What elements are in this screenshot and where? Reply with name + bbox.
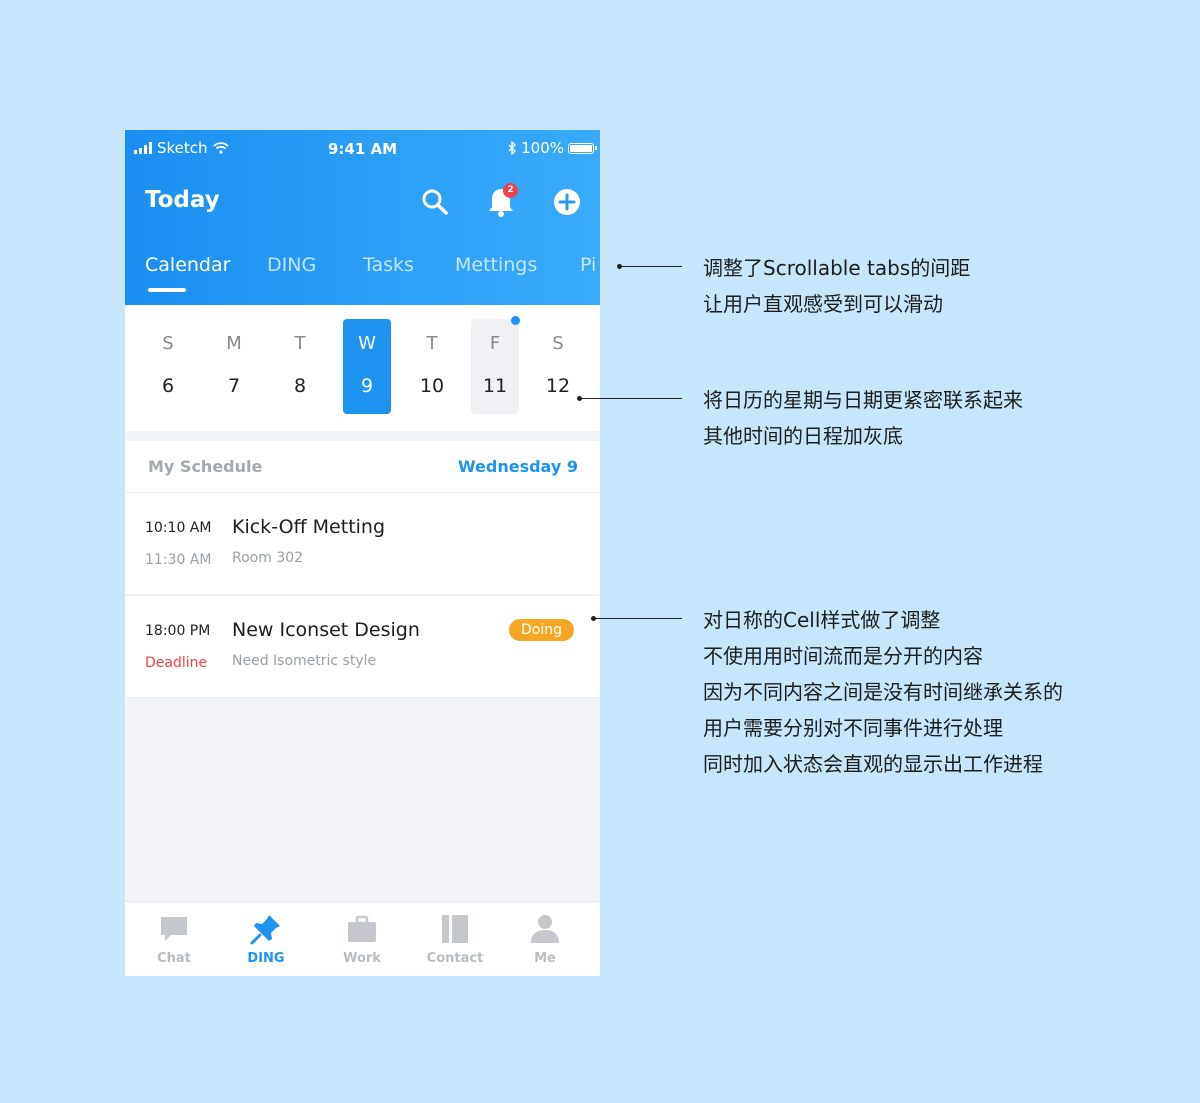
weekday-label: S [552, 333, 564, 354]
notification-badge: 2 [503, 183, 518, 198]
weekday-label: F [489, 333, 501, 354]
tab-pi[interactable]: Pi [580, 254, 596, 276]
add-button[interactable] [552, 185, 582, 219]
contacts-book-icon [442, 915, 468, 943]
annotation-tabs: 调整了Scrollable tabs的间距 让用户直观感受到可以滑动 [703, 250, 970, 322]
annotation-line: 同时加入状态会直观的显示出工作进程 [703, 752, 1043, 776]
weekday-label: T [426, 333, 438, 354]
item-subtitle: Room 302 [232, 550, 304, 566]
weekday-label: S [162, 333, 174, 354]
nav-label: Chat [157, 951, 191, 966]
date-label: 6 [161, 375, 175, 397]
date-label: 8 [293, 375, 307, 397]
end-time: 11:30 AM [145, 552, 212, 568]
annotation-line: 其他时间的日程加灰底 [703, 424, 903, 448]
person-icon [531, 915, 559, 943]
item-title: New Iconset Design [232, 619, 420, 641]
date-label: 12 [545, 375, 571, 397]
weekday-label: M [226, 333, 242, 354]
weekday-label: T [294, 333, 306, 354]
tab-mettings[interactable]: Mettings [455, 254, 537, 276]
tab-calendar[interactable]: Calendar [145, 254, 230, 276]
calendar-day-selected[interactable]: W 9 [343, 319, 391, 414]
annotation-line: 对日称的Cell样式做了调整 [703, 608, 941, 632]
page-title: Today [145, 187, 220, 213]
nav-contact[interactable]: Contact [415, 912, 495, 966]
bluetooth-icon [508, 141, 517, 155]
nav-work[interactable]: Work [322, 912, 402, 966]
annotation-line: 调整了Scrollable tabs的间距 [703, 256, 971, 280]
status-bar: Sketch 9:41 AM 100% [125, 130, 600, 166]
annotation-line: 用户需要分别对不同事件进行处理 [703, 716, 1003, 740]
start-time: 10:10 AM [145, 520, 212, 536]
scrollable-tabs[interactable]: Calendar DING Tasks Mettings Pi [125, 254, 600, 298]
weekday-label: W [358, 333, 376, 354]
annotation-line: 让用户直观感受到可以滑动 [703, 292, 943, 316]
date-label: 10 [419, 375, 445, 397]
bottom-tab-bar: Chat DING Work Contact Me [125, 901, 600, 976]
nav-me[interactable]: Me [505, 912, 585, 966]
item-title: Kick-Off Metting [232, 516, 386, 538]
search-icon [422, 189, 448, 215]
annotation-leader-line [620, 266, 682, 267]
calendar-day[interactable]: M 7 [210, 319, 258, 414]
chat-icon [161, 917, 187, 941]
schedule-item[interactable]: 18:00 PM Deadline New Iconset Design Nee… [125, 596, 600, 698]
notifications-button[interactable]: 2 [486, 183, 518, 219]
schedule-heading: My Schedule [148, 457, 263, 476]
plus-circle-icon [554, 189, 580, 215]
selected-day-label: Wednesday 9 [457, 457, 578, 476]
phone-screen: Sketch 9:41 AM 100% Today 2 Calendar DIN… [125, 130, 600, 976]
briefcase-icon [348, 915, 376, 942]
annotation-line: 因为不同内容之间是没有时间继承关系的 [703, 680, 1063, 704]
battery-icon [568, 142, 597, 154]
annotation-cell: 对日称的Cell样式做了调整 不使用用时间流而是分开的内容 因为不同内容之间是没… [703, 602, 1063, 782]
status-badge: Doing [509, 619, 574, 641]
tab-tasks[interactable]: Tasks [363, 254, 414, 276]
nav-label: DING [247, 951, 285, 966]
calendar-day[interactable]: T 10 [408, 319, 456, 414]
calendar-day[interactable]: S 6 [144, 319, 192, 414]
active-tab-indicator [148, 288, 186, 292]
calendar-day[interactable]: S 12 [534, 319, 582, 414]
event-dot [511, 316, 520, 325]
tab-ding[interactable]: DING [267, 254, 316, 276]
nav-ding[interactable]: DING [226, 912, 306, 966]
schedule-header: My Schedule Wednesday 9 [125, 441, 600, 493]
nav-label: Work [343, 951, 381, 966]
deadline-label: Deadline [145, 655, 208, 671]
date-label: 9 [360, 375, 374, 397]
nav-label: Contact [426, 951, 484, 966]
calendar-day[interactable]: T 8 [276, 319, 324, 414]
week-calendar: S 6 M 7 T 8 W 9 T 10 F 11 S 12 [125, 305, 600, 431]
calendar-day-greyed[interactable]: F 11 [471, 316, 520, 414]
header-bar: Sketch 9:41 AM 100% Today 2 Calendar DIN… [125, 130, 600, 305]
start-time: 18:00 PM [145, 623, 211, 639]
annotation-line: 不使用用时间流而是分开的内容 [703, 644, 983, 668]
date-label: 11 [482, 375, 508, 397]
nav-label: Me [534, 951, 556, 966]
search-button[interactable] [420, 185, 450, 219]
annotation-leader-line [580, 398, 682, 399]
annotation-calendar: 将日历的星期与日期更紧密联系起来 其他时间的日程加灰底 [703, 382, 1023, 454]
annotation-line: 将日历的星期与日期更紧密联系起来 [703, 388, 1023, 412]
pin-icon [250, 915, 280, 945]
battery-percent: 100% [521, 139, 564, 157]
item-subtitle: Need Isometric style [232, 653, 377, 669]
date-label: 7 [227, 375, 241, 397]
nav-chat[interactable]: Chat [134, 912, 214, 966]
annotation-leader-line [594, 618, 682, 619]
schedule-item[interactable]: 10:10 AM 11:30 AM Kick-Off Metting Room … [125, 493, 600, 595]
